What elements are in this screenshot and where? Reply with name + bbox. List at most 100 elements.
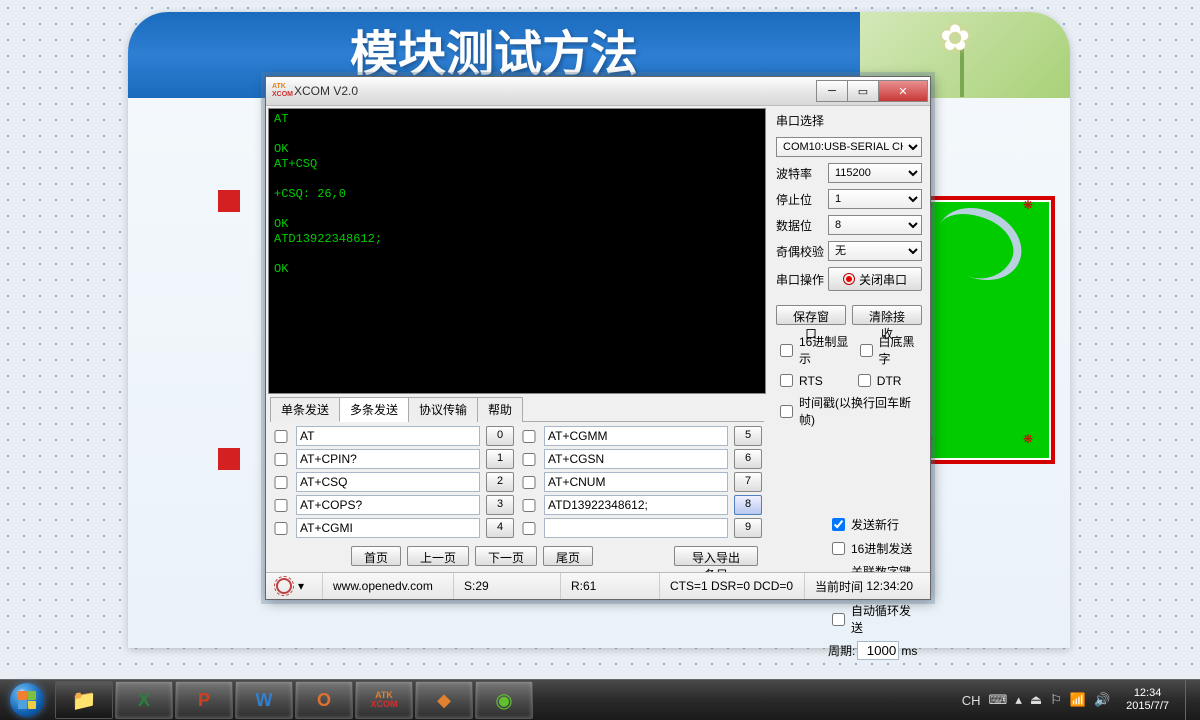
task-foxit[interactable]: ◆ (415, 681, 473, 719)
cmd-input-8[interactable] (544, 495, 728, 515)
cmd-check-6[interactable] (520, 453, 538, 466)
cmd-input-1[interactable] (296, 449, 480, 469)
status-sent: S:29 (454, 573, 561, 599)
port-section-label: 串口选择 (776, 112, 922, 129)
flag-icon[interactable]: ⚐ (1050, 692, 1062, 708)
cmd-input-5[interactable] (544, 426, 728, 446)
cmd-check-2[interactable] (272, 476, 290, 489)
terminal-output[interactable]: AT OK AT+CSQ +CSQ: 26,0 OK ATD1392234861… (268, 108, 766, 394)
stop-label: 停止位 (776, 191, 824, 208)
hex-display-check[interactable] (780, 344, 793, 357)
send-btn-7[interactable]: 7 (734, 472, 762, 492)
wps-icon: W (256, 690, 273, 711)
send-btn-3[interactable]: 3 (486, 495, 514, 515)
nav-prev[interactable]: 上一页 (407, 546, 469, 566)
record-icon (843, 273, 855, 285)
nav-next[interactable]: 下一页 (475, 546, 537, 566)
tab-single[interactable]: 单条发送 (270, 397, 340, 422)
clear-recv-button[interactable]: 清除接收 (852, 305, 922, 325)
task-explorer[interactable]: 📁 (55, 681, 113, 719)
port-select[interactable]: COM10:USB-SERIAL CH34 (776, 137, 922, 157)
baud-select[interactable]: 115200 (828, 163, 922, 183)
cmd-check-4[interactable] (272, 522, 290, 535)
send-btn-0[interactable]: 0 (486, 426, 514, 446)
start-button[interactable] (0, 680, 54, 720)
autoloop-check[interactable] (832, 613, 845, 626)
volume-icon[interactable]: 🔊 (1094, 692, 1110, 708)
close-port-button[interactable]: 关闭串口 (828, 267, 922, 291)
cmd-input-3[interactable] (296, 495, 480, 515)
tab-protocol[interactable]: 协议传输 (408, 397, 478, 422)
cmd-check-3[interactable] (272, 499, 290, 512)
task-powerpoint[interactable]: P (175, 681, 233, 719)
task-xcom[interactable]: ATKXCOM (355, 681, 413, 719)
window-title: XCOM V2.0 (294, 84, 817, 98)
send-btn-6[interactable]: 6 (734, 449, 762, 469)
xcom-window: ATKXCOM XCOM V2.0 ─ ▭ ✕ AT OK AT+CSQ +CS… (265, 76, 931, 600)
dtr-check[interactable] (858, 374, 871, 387)
cmd-check-9[interactable] (520, 522, 538, 535)
parity-select[interactable]: 无 (828, 241, 922, 261)
import-export-button[interactable]: 导入导出条目 (674, 546, 758, 566)
send-btn-5[interactable]: 5 (734, 426, 762, 446)
titlebar[interactable]: ATKXCOM XCOM V2.0 ─ ▭ ✕ (266, 77, 930, 106)
cmd-input-7[interactable] (544, 472, 728, 492)
send-btn-2[interactable]: 2 (486, 472, 514, 492)
cmd-check-1[interactable] (272, 453, 290, 466)
task-wps[interactable]: W (235, 681, 293, 719)
cmd-input-2[interactable] (296, 472, 480, 492)
send-btn-1[interactable]: 1 (486, 449, 514, 469)
serial-settings-panel: 串口选择 COM10:USB-SERIAL CH34 波特率115200 停止位… (768, 106, 930, 574)
task-download[interactable]: ◉ (475, 681, 533, 719)
send-btn-8[interactable]: 8 (734, 495, 762, 515)
cmd-input-0[interactable] (296, 426, 480, 446)
show-desktop-button[interactable] (1185, 680, 1194, 720)
gear-icon[interactable] (276, 578, 292, 594)
cmd-input-9[interactable] (544, 518, 728, 538)
status-time: 12:34:20 (866, 579, 913, 593)
send-btn-9[interactable]: 9 (734, 518, 762, 538)
status-url[interactable]: www.openedv.com (323, 573, 454, 599)
network-icon[interactable]: 📶 (1070, 692, 1086, 708)
period-input[interactable] (857, 641, 899, 660)
cmd-check-7[interactable] (520, 476, 538, 489)
app-icon: ATKXCOM (272, 83, 288, 99)
excel-icon: X (138, 690, 150, 711)
statusbar: ▾ www.openedv.com S:29 R:61 CTS=1 DSR=0 … (266, 572, 930, 599)
cmd-input-6[interactable] (544, 449, 728, 469)
nav-first[interactable]: 首页 (351, 546, 401, 566)
op-label: 串口操作 (776, 271, 824, 288)
stop-select[interactable]: 1 (828, 189, 922, 209)
ime-indicator[interactable]: CH (962, 693, 981, 708)
folder-icon: 📁 (72, 688, 97, 713)
cmd-check-0[interactable] (272, 430, 290, 443)
hex-send-check[interactable] (832, 542, 845, 555)
keyboard-icon[interactable]: ⌨ (989, 692, 1008, 708)
minimize-button[interactable]: ─ (816, 80, 848, 102)
maximize-button[interactable]: ▭ (847, 80, 879, 102)
download-icon: ◉ (495, 688, 512, 713)
data-select[interactable]: 8 (828, 215, 922, 235)
close-button[interactable]: ✕ (878, 80, 928, 102)
task-ppt2[interactable]: O (295, 681, 353, 719)
tray-chevron-icon[interactable]: ▴ (1015, 692, 1022, 708)
save-window-button[interactable]: 保存窗口 (776, 305, 846, 325)
send-newline-check[interactable] (832, 518, 845, 531)
ppt-icon: O (317, 690, 331, 711)
white-bg-check[interactable] (860, 344, 873, 357)
cmd-check-8[interactable] (520, 499, 538, 512)
tab-multi[interactable]: 多条发送 (339, 397, 409, 422)
cmd-check-5[interactable] (520, 430, 538, 443)
timestamp-check[interactable] (780, 405, 793, 418)
cmd-input-4[interactable] (296, 518, 480, 538)
nav-last[interactable]: 尾页 (543, 546, 593, 566)
taskbar-clock[interactable]: 12:34 2015/7/7 (1118, 687, 1177, 713)
tab-help[interactable]: 帮助 (477, 397, 523, 422)
task-excel[interactable]: X (115, 681, 173, 719)
baud-label: 波特率 (776, 165, 824, 182)
rts-check[interactable] (780, 374, 793, 387)
windows-icon (10, 683, 44, 717)
send-btn-4[interactable]: 4 (486, 518, 514, 538)
xcom-icon: ATKXCOM (371, 691, 398, 709)
safe-remove-icon[interactable]: ⏏ (1030, 692, 1042, 708)
